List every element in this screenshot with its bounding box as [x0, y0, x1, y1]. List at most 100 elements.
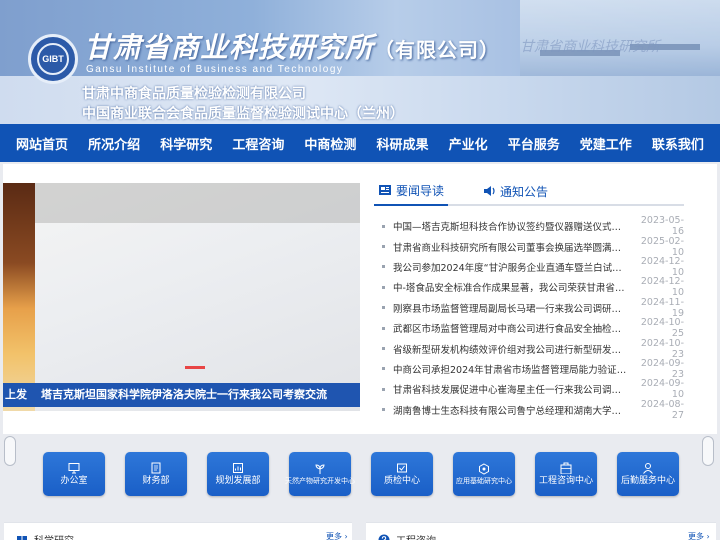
slide-caption-prefix: 上发	[5, 388, 27, 401]
research-panel-title: 科学研究	[16, 532, 74, 540]
nav-achievements[interactable]: 科研成果	[377, 134, 429, 153]
image-slider[interactable]: 上发 塔吉克斯坦国家科学院伊洛洛夫院士一行来我公司考察交流	[3, 183, 360, 411]
main-panel: 上发 塔吉克斯坦国家科学院伊洛洛夫院士一行来我公司考察交流 要闻导读 通知公告 …	[3, 164, 717, 434]
nav-testing[interactable]: 中商检测	[304, 134, 356, 153]
nav-contact[interactable]: 联系我们	[652, 134, 704, 153]
news-date: 2024-08-27	[640, 398, 684, 421]
book-icon	[17, 535, 27, 540]
news-item[interactable]: 甘肃省科技发展促进中心崔海星主任一行来我公司调研… 2024-09-10	[374, 378, 684, 400]
news-date: 2024-12-10	[640, 255, 684, 278]
slide-ceiling	[35, 183, 360, 223]
dept-logistics[interactable]: 后勤服务中心	[617, 452, 679, 496]
dept-label: 规划发展部	[215, 475, 261, 486]
dept-label: 天然产物研究开发中心	[285, 476, 355, 485]
news-tabs: 要闻导读 通知公告	[374, 176, 684, 206]
nav-home[interactable]: 网站首页	[16, 134, 68, 153]
nav-party[interactable]: 党建工作	[580, 134, 632, 153]
nav-research[interactable]: 科学研究	[160, 134, 212, 153]
english-name: Gansu Institute of Business and Technolo…	[86, 64, 344, 75]
research-more-link[interactable]: 更多 ›	[326, 531, 348, 540]
dept-applied-research[interactable]: 应用基础研究中心	[453, 452, 515, 496]
bullet	[382, 265, 385, 269]
bullet	[382, 347, 385, 351]
engineering-title-text: 工程咨询	[396, 532, 436, 540]
bullet	[382, 387, 385, 391]
tab-notice-label: 通知公告	[500, 184, 549, 199]
dept-inspection[interactable]: 质检中心	[371, 452, 433, 496]
dept-planning[interactable]: 规划发展部	[207, 452, 269, 496]
calligraphy-name: 甘肃省商业科技研究所	[84, 31, 375, 64]
engineering-more-link[interactable]: 更多 ›	[688, 531, 710, 540]
dept-label: 后勤服务中心	[620, 475, 675, 486]
news-title: 我公司参加2024年度“甘沪服务企业直通车暨兰白试验区…	[393, 262, 630, 274]
news-title: 甘肃省科技发展促进中心崔海星主任一行来我公司调研…	[393, 385, 630, 397]
news-date: 2024-12-10	[640, 276, 684, 299]
news-item[interactable]: 中-塔食品安全标准合作成果显著，我公司荣获甘肃省市… 2024-12-10	[374, 276, 684, 299]
bullet	[382, 224, 385, 228]
news-item[interactable]: 甘肃省商业科技研究所有限公司董事会换届选举圆满完成 2025-02-10	[374, 235, 684, 258]
news-list: 中国—塔吉克斯坦科技合作协议签约暨仪器赠送仪式在… 2023-05-16 甘肃省商…	[374, 215, 684, 421]
news-item[interactable]: 省级新型研发机构绩效评价组对我公司进行新型研发机… 2024-10-23	[374, 337, 684, 360]
nav-platform[interactable]: 平台服务	[508, 134, 560, 153]
main-nav: 网站首页 所况介绍 科学研究 工程咨询 中商检测 科研成果 产业化 平台服务 党…	[0, 124, 720, 162]
consult-icon	[560, 462, 572, 474]
research-panel: 科学研究 更多 ›	[4, 522, 352, 540]
news-item[interactable]: 湖南鲁博士生态科技有限公司鲁宁总经理和湖南大学宋… 2024-08-27	[374, 398, 684, 421]
news-date: 2024-10-25	[640, 317, 684, 340]
speaker-icon	[484, 186, 495, 196]
dept-office[interactable]: 办公室	[43, 452, 105, 496]
news-date: 2025-02-10	[640, 235, 684, 258]
dept-engineering-consult[interactable]: 工程咨询中心	[535, 452, 597, 496]
nav-engineering[interactable]: 工程咨询	[232, 134, 284, 153]
org-name-2: 中国商业联合会食品质量监督检验测试中心（兰州）	[82, 106, 404, 122]
slide-caption[interactable]: 上发 塔吉克斯坦国家科学院伊洛洛夫院士一行来我公司考察交流	[3, 383, 360, 407]
news-title: 刚察县市场监督管理局副局长马珺一行来我公司调研考察	[393, 303, 630, 315]
slide-caption-text: 塔吉克斯坦国家科学院伊洛洛夫院士一行来我公司考察交流	[41, 388, 327, 401]
tab-news[interactable]: 要闻导读	[374, 176, 449, 206]
news-panel: 要闻导读 通知公告 中国—塔吉克斯坦科技合作协议签约暨仪器赠送仪式在… 2023-…	[374, 176, 684, 426]
news-title: 湖南鲁博士生态科技有限公司鲁宁总经理和湖南大学宋…	[393, 405, 630, 417]
news-title: 中-塔食品安全标准合作成果显著，我公司荣获甘肃省市…	[393, 283, 630, 295]
logo[interactable]: GIBT	[28, 34, 78, 84]
news-item[interactable]: 中商公司承担2024年甘肃省市场监督管理局能力验证项目 2024-09-23	[374, 357, 684, 380]
research-icon	[479, 463, 489, 475]
slider-indicator[interactable]	[185, 366, 205, 369]
tab-news-label: 要闻导读	[396, 183, 445, 198]
news-date: 2023-05-16	[640, 215, 684, 238]
news-title: 甘肃省商业科技研究所有限公司董事会换届选举圆满完成	[393, 242, 630, 254]
bullet	[382, 367, 385, 371]
nav-about[interactable]: 所况介绍	[88, 134, 140, 153]
dept-natural-products[interactable]: 天然产物研究开发中心	[285, 452, 355, 496]
site-header: GIBT 甘肃省商业科技研究所（有限公司） 甘肃省商业科技研究所 Gansu I…	[0, 0, 720, 124]
logo-text: GIBT	[37, 43, 69, 75]
leaf-icon	[315, 464, 325, 474]
newspaper-icon	[379, 185, 391, 195]
news-item[interactable]: 刚察县市场监督管理局副局长马珺一行来我公司调研考察 2024-11-19	[374, 296, 684, 319]
bullet	[382, 408, 385, 412]
ledger-icon	[151, 462, 161, 474]
bullet	[382, 285, 385, 289]
news-title: 中国—塔吉克斯坦科技合作协议签约暨仪器赠送仪式在…	[393, 222, 630, 234]
news-title: 中商公司承担2024年甘肃省市场监督管理局能力验证项目	[393, 364, 630, 376]
news-item[interactable]: 武都区市场监督管理局对中商公司进行食品安全抽检承… 2024-10-25	[374, 317, 684, 340]
tab-notice[interactable]: 通知公告	[478, 176, 552, 206]
calligraphy-suffix: （有限公司）	[374, 38, 501, 62]
engineering-panel-title: 工程咨询	[378, 532, 436, 540]
department-bar: 办公室 财务部 规划发展部 天然产物研究开发中心 质检中心 应用基础研究中心 工…	[0, 452, 720, 500]
news-item[interactable]: 我公司参加2024年度“甘沪服务企业直通车暨兰白试验区… 2024-12-10	[374, 255, 684, 278]
dept-label: 工程咨询中心	[538, 475, 593, 486]
news-item[interactable]: 中国—塔吉克斯坦科技合作协议签约暨仪器赠送仪式在… 2023-05-16	[374, 215, 684, 238]
research-title-text: 科学研究	[34, 532, 74, 540]
question-icon	[378, 534, 390, 540]
bullet	[382, 326, 385, 330]
engineering-panel: 工程咨询 更多 ›	[366, 522, 716, 540]
news-title: 武都区市场监督管理局对中商公司进行食品安全抽检承…	[393, 324, 630, 336]
news-date: 2024-10-23	[640, 337, 684, 360]
org-name-1: 甘肃中商食品质量检验检测有限公司	[82, 86, 306, 102]
dept-finance[interactable]: 财务部	[125, 452, 187, 496]
bullet	[382, 306, 385, 310]
nav-industrialization[interactable]: 产业化	[449, 134, 488, 153]
news-date: 2024-11-19	[640, 296, 684, 319]
news-date: 2024-09-23	[640, 357, 684, 380]
news-title: 省级新型研发机构绩效评价组对我公司进行新型研发机…	[393, 344, 630, 356]
